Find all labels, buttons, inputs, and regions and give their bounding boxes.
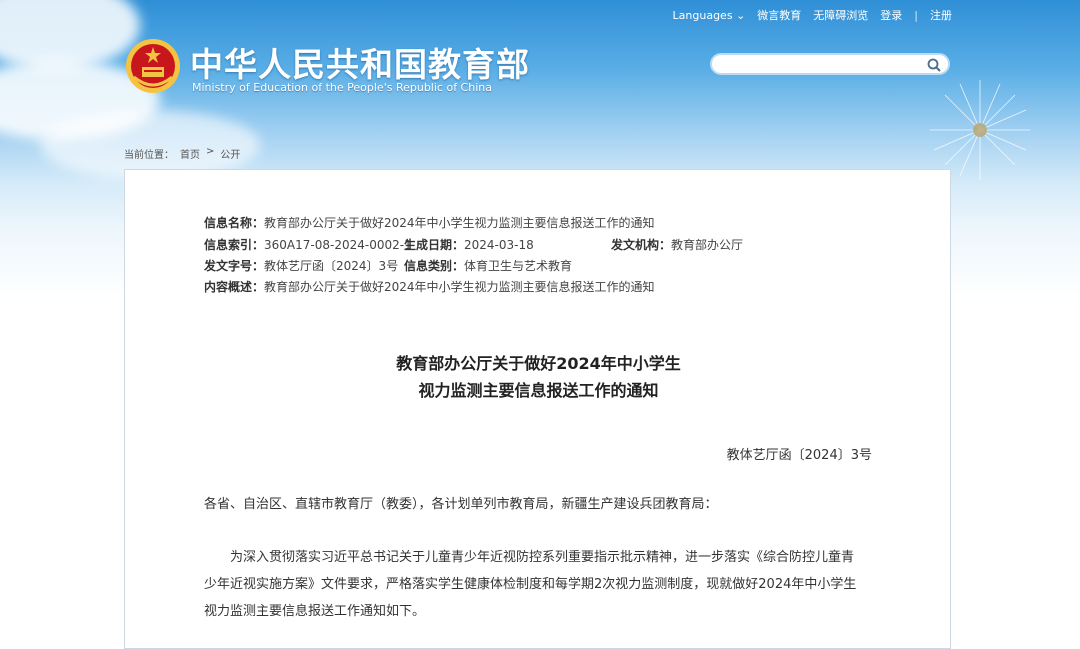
top-nav: Languages ⌄ 微言教育 无障碍浏览 登录 | 注册 (673, 7, 952, 23)
meta-summary-label: 内容概述： (204, 280, 265, 294)
meta-index-label: 信息索引： (204, 238, 265, 252)
meta-date-label: 生成日期： (404, 238, 465, 252)
meta-row-category: 信息类别：体育卫生与艺术教育 (404, 257, 572, 274)
meta-name-label: 信息名称： (204, 216, 265, 230)
meta-summary-value: 教育部办公厅关于做好2024年中小学生视力监测主要信息报送工作的通知 (264, 280, 655, 294)
document-title-line1: 教育部办公厅关于做好2024年中小学生 (396, 354, 681, 373)
meta-docno-label: 发文字号： (204, 259, 265, 273)
document-panel: 信息名称：教育部办公厅关于做好2024年中小学生视力监测主要信息报送工作的通知 … (124, 169, 951, 649)
document-body-line1: 为深入贯彻落实习近平总书记关于儿童青少年近视防控系列重要指示批示精神，进一步落实… (204, 550, 855, 565)
meta-row-name: 信息名称：教育部办公厅关于做好2024年中小学生视力监测主要信息报送工作的通知 (204, 214, 655, 231)
document-body-line2: 少年近视实施方案》文件要求，严格落实学生健康体检制度和每学期2次视力监测制度，现… (204, 577, 857, 592)
meta-docno-value: 教体艺厅函〔2024〕3号 (264, 259, 399, 273)
register-link[interactable]: 注册 (930, 7, 952, 23)
meta-issuer-value: 教育部办公厅 (671, 238, 744, 252)
meta-row-summary: 内容概述：教育部办公厅关于做好2024年中小学生视力监测主要信息报送工作的通知 (204, 278, 655, 295)
search-box (710, 53, 950, 75)
meta-name-value: 教育部办公厅关于做好2024年中小学生视力监测主要信息报送工作的通知 (264, 216, 655, 230)
meta-category-value: 体育卫生与艺术教育 (464, 259, 573, 273)
meta-category-label: 信息类别： (404, 259, 465, 273)
document-number: 教体艺厅函〔2024〕3号 (726, 448, 872, 463)
meta-row-date: 生成日期：2024-03-18 (404, 236, 534, 253)
meta-row-index: 信息索引：360A17-08-2024-0002-1 (204, 236, 412, 253)
meta-issuer-label: 发文机构： (611, 238, 672, 252)
document-title-line2: 视力监测主要信息报送工作的通知 (418, 381, 659, 400)
document-body-line3: 视力监测主要信息报送工作通知如下。 (204, 604, 426, 619)
nav-separator: | (914, 8, 918, 22)
weibo-link[interactable]: 微言教育 (757, 7, 801, 23)
document-salutation: 各省、自治区、直辖市教育厅（教委），各计划单列市教育局，新疆生产建设兵团教育局： (204, 497, 718, 512)
login-link[interactable]: 登录 (880, 7, 902, 23)
meta-date-value: 2024-03-18 (464, 238, 534, 252)
meta-row-issuer: 发文机构：教育部办公厅 (611, 236, 743, 253)
site-subtitle: Ministry of Education of the People's Re… (192, 81, 492, 94)
breadcrumb-home[interactable]: 首页 (180, 146, 200, 161)
national-emblem-icon[interactable] (124, 37, 182, 95)
accessibility-link[interactable]: 无障碍浏览 (813, 7, 868, 23)
meta-index-value: 360A17-08-2024-0002-1 (264, 238, 412, 252)
breadcrumb-separator: > (206, 146, 215, 157)
languages-menu[interactable]: Languages ⌄ (673, 9, 746, 22)
chevron-down-icon: ⌄ (736, 8, 746, 22)
languages-label: Languages (672, 8, 733, 22)
breadcrumb-label: 当前位置： (124, 150, 174, 161)
breadcrumb-current[interactable]: 公开 (220, 146, 240, 161)
search-input[interactable] (722, 56, 926, 74)
site-title[interactable]: 中华人民共和国教育部 (190, 38, 530, 86)
meta-row-docno: 发文字号：教体艺厅函〔2024〕3号 (204, 257, 398, 274)
breadcrumb: 当前位置： 首页 > 公开 (124, 146, 240, 161)
